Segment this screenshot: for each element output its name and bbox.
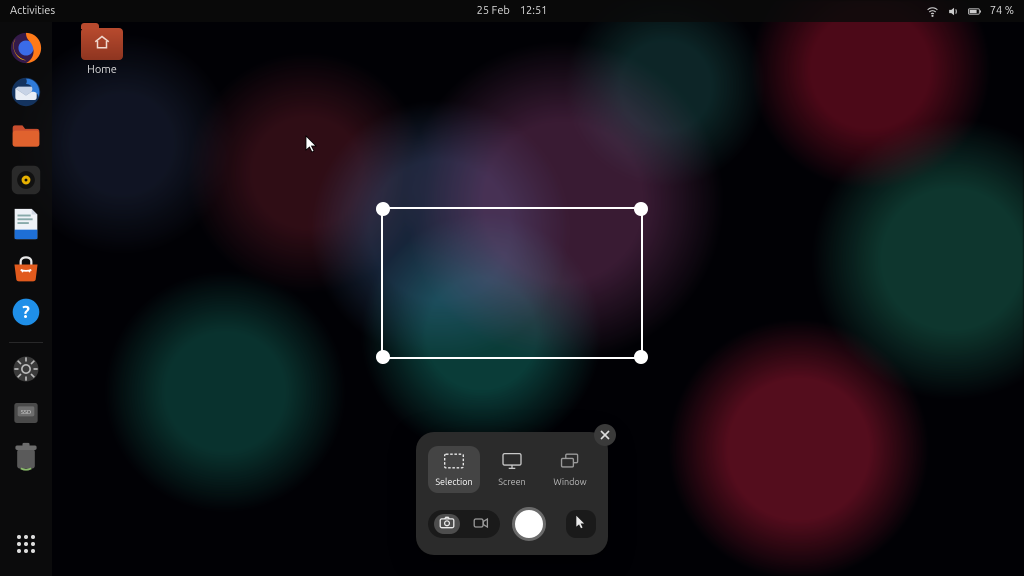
selection-icon [443, 452, 465, 472]
dock-item-ubuntu-software[interactable] [6, 248, 46, 288]
dock-item-thunderbird[interactable] [6, 72, 46, 112]
selection-handle-ne[interactable] [634, 202, 648, 216]
window-icon [559, 452, 581, 472]
top-bar: Activities 25 Feb 12:51 74 % [0, 0, 1024, 22]
svg-text:?: ? [22, 302, 30, 322]
pointer-icon [575, 515, 587, 533]
video-icon [473, 515, 489, 533]
mode-label: Screen [498, 477, 525, 487]
date-label: 25 Feb [477, 5, 510, 17]
screen-icon [501, 452, 523, 472]
time-label: 12:51 [520, 5, 548, 17]
battery-percent: 74 % [990, 5, 1014, 17]
desktop-icon-label: Home [87, 64, 117, 76]
capture-type-toggle [428, 510, 500, 538]
volume-icon [947, 5, 960, 18]
mode-label: Selection [435, 477, 472, 487]
selection-handle-sw[interactable] [376, 350, 390, 364]
screenshot-panel: Selection Screen Window [416, 432, 608, 555]
screenshot-selection-rect[interactable] [381, 207, 643, 359]
capture-photo-button[interactable] [434, 514, 460, 534]
capture-mode-row: Selection Screen Window [428, 446, 596, 493]
close-icon [600, 426, 610, 444]
shutter-button[interactable] [512, 507, 546, 541]
dock: ? SSD [0, 22, 52, 576]
dock-item-rhythmbox[interactable] [6, 160, 46, 200]
dock-item-help[interactable]: ? [6, 292, 46, 332]
selection-handle-nw[interactable] [376, 202, 390, 216]
show-apps-button[interactable] [6, 524, 46, 564]
dock-item-trash[interactable] [6, 437, 46, 477]
dock-item-disk-ssd[interactable]: SSD [6, 393, 46, 433]
mouse-cursor-icon [305, 135, 319, 157]
show-pointer-button[interactable] [566, 510, 596, 538]
mode-label: Window [553, 477, 586, 487]
mode-selection[interactable]: Selection [428, 446, 480, 493]
panel-bottom-row [428, 507, 596, 541]
activities-button[interactable]: Activities [10, 5, 55, 17]
battery-icon [968, 5, 982, 18]
system-status-area[interactable]: 74 % [926, 5, 1014, 18]
svg-text:SSD: SSD [21, 410, 31, 416]
selection-handle-se[interactable] [634, 350, 648, 364]
mode-window[interactable]: Window [544, 446, 596, 493]
camera-icon [439, 515, 455, 533]
dock-item-libreoffice-writer[interactable] [6, 204, 46, 244]
folder-icon [81, 28, 123, 60]
dock-item-files[interactable] [6, 116, 46, 156]
close-button[interactable] [594, 424, 616, 446]
mode-screen[interactable]: Screen [486, 446, 538, 493]
wifi-icon [926, 5, 939, 18]
desktop-icon-home[interactable]: Home [72, 28, 132, 76]
dock-item-settings[interactable] [6, 349, 46, 389]
dock-separator [9, 342, 43, 343]
dock-item-firefox[interactable] [6, 28, 46, 68]
clock-area[interactable]: 25 Feb 12:51 [477, 5, 548, 17]
capture-video-button[interactable] [468, 514, 494, 534]
home-icon [93, 34, 111, 55]
